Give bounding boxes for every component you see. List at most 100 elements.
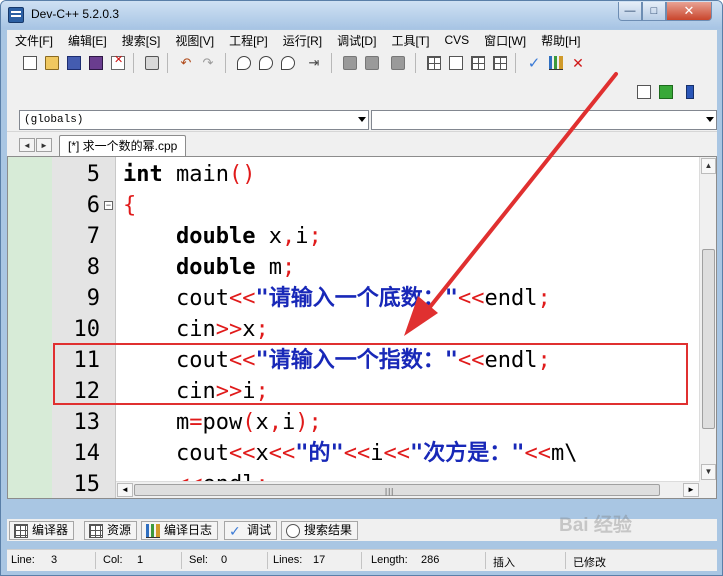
code-token: ;	[308, 224, 322, 249]
line-number: 15	[73, 472, 101, 497]
code-token: =	[189, 410, 203, 435]
code-token: x	[255, 441, 269, 466]
add-class-button[interactable]	[657, 83, 675, 101]
code-token: ;	[255, 379, 269, 404]
status-line-label: Line:	[11, 554, 35, 566]
status-col-value: 1	[137, 554, 144, 566]
red-x-icon: ✕	[572, 55, 584, 71]
code-token: <<	[268, 441, 296, 466]
menu-view[interactable]: 视图[V]	[167, 32, 221, 49]
layout-grid-icon	[471, 56, 485, 70]
arrow-down-icon: ▼	[704, 467, 713, 476]
goto-line-button[interactable]: ⇥	[305, 54, 323, 72]
menu-help[interactable]: 帮助[H]	[533, 32, 587, 49]
code-token: i	[370, 441, 384, 466]
compile-log-icon	[146, 523, 160, 538]
scope-combo-value: (globals)	[24, 114, 84, 126]
project-panel-strip	[8, 157, 52, 498]
status-separator	[565, 552, 566, 569]
tab-compiler[interactable]: 编译器	[9, 521, 75, 540]
horizontal-scrollbar[interactable]: ◄ ||| ►	[116, 481, 700, 498]
close-file-icon	[111, 55, 125, 70]
layout-button-1[interactable]	[425, 54, 443, 72]
minimize-button[interactable]: —	[618, 2, 642, 21]
maximize-button[interactable]: □	[642, 2, 666, 21]
scroll-down-button[interactable]: ▼	[701, 464, 716, 480]
scroll-right-button[interactable]: ►	[683, 483, 699, 497]
class-browser-button[interactable]	[635, 83, 653, 101]
grip-icon: |||	[385, 487, 395, 496]
arrow-right-icon: ►	[40, 140, 48, 150]
print-button[interactable]	[143, 54, 161, 72]
tab-compile-log[interactable]: 编译日志	[141, 521, 219, 540]
layout-button-4[interactable]	[491, 54, 509, 72]
code-editor[interactable]: 5 int main() 6−{7 double x,i; 8 double m; 9 …	[7, 156, 717, 499]
baidu-watermark: Bai 经验	[559, 515, 632, 536]
member-combo[interactable]	[371, 110, 717, 130]
tab-resources[interactable]: 资源	[84, 521, 138, 540]
tab-scroll-left-button[interactable]: ◄	[19, 138, 35, 152]
save-all-icon	[89, 56, 103, 70]
code-token: m	[255, 255, 282, 280]
compile-button[interactable]: ✓	[525, 54, 543, 72]
tab-source-file[interactable]: [*] 求一个数的幂.cpp	[59, 135, 187, 156]
bookmark-icon	[343, 56, 357, 70]
close-button[interactable]: ✕	[666, 2, 712, 21]
find-button[interactable]	[235, 54, 253, 72]
layout-button-3[interactable]	[469, 54, 487, 72]
menu-window[interactable]: 窗口[W]	[476, 32, 533, 49]
line-number: 9	[86, 286, 100, 311]
line-number: 6	[86, 193, 100, 218]
new-file-button[interactable]	[21, 54, 39, 72]
close-file-button[interactable]	[109, 54, 127, 72]
menu-debug[interactable]: 调试[D]	[329, 32, 383, 49]
menu-edit[interactable]: 编辑[E]	[60, 32, 114, 49]
code-line: cin>>x;	[123, 314, 269, 345]
fold-collapse-icon[interactable]: −	[104, 201, 113, 210]
bar-chart-icon	[549, 56, 563, 70]
open-file-button[interactable]	[43, 54, 61, 72]
code-token: m\	[550, 441, 578, 466]
find-next-button[interactable]	[279, 54, 297, 72]
redo-button[interactable]: ↷	[199, 54, 217, 72]
menu-run[interactable]: 运行[R]	[275, 32, 329, 49]
toggle-bookmark-button[interactable]	[389, 54, 407, 72]
status-length-value: 286	[421, 554, 440, 566]
menu-tools[interactable]: 工具[T]	[383, 32, 436, 49]
tab-scroll-right-button[interactable]: ►	[36, 138, 52, 152]
horizontal-scroll-thumb[interactable]: |||	[134, 484, 660, 496]
save-all-button[interactable]	[87, 54, 105, 72]
scroll-up-button[interactable]: ▲	[701, 158, 716, 174]
layout-button-2[interactable]	[447, 54, 465, 72]
compiler-icon	[14, 523, 28, 538]
save-button[interactable]	[65, 54, 83, 72]
menu-cvs[interactable]: CVS	[436, 33, 476, 47]
code-line: m=pow(x,i);	[123, 407, 322, 438]
menu-search[interactable]: 搜索[S]	[114, 32, 168, 49]
code-token: i	[295, 224, 309, 249]
status-separator	[485, 552, 486, 569]
chart-button[interactable]	[547, 54, 565, 72]
stop-button[interactable]: ✕	[569, 54, 587, 72]
vertical-scrollbar[interactable]: ▲ ▼	[699, 157, 716, 498]
tab-search-results[interactable]: 搜索结果	[281, 521, 359, 540]
status-separator	[361, 552, 362, 569]
vertical-scroll-thumb[interactable]	[702, 249, 715, 429]
scope-combo[interactable]: (globals)	[19, 110, 369, 130]
menu-project[interactable]: 工程[P]	[221, 32, 275, 49]
menu-file[interactable]: 文件[F]	[7, 32, 60, 49]
bookmark-next-button[interactable]	[363, 54, 381, 72]
code-token: ;	[255, 317, 269, 342]
add-icon	[659, 85, 673, 99]
find-next-icon	[281, 56, 295, 70]
project-options-button[interactable]	[681, 83, 699, 101]
window-title: Dev-C++ 5.2.0.3	[31, 7, 120, 21]
bookmark-prev-button[interactable]	[341, 54, 359, 72]
undo-button[interactable]: ↶	[177, 54, 195, 72]
tab-debug[interactable]: ✓ 调试	[224, 521, 278, 540]
scroll-left-button[interactable]: ◄	[117, 483, 133, 497]
toolbar-area: ↶ ↷ ⇥ ✓ ✕ (globals)	[7, 50, 717, 132]
replace-button[interactable]	[257, 54, 275, 72]
code-token: int	[123, 162, 163, 187]
find-icon	[237, 56, 251, 70]
